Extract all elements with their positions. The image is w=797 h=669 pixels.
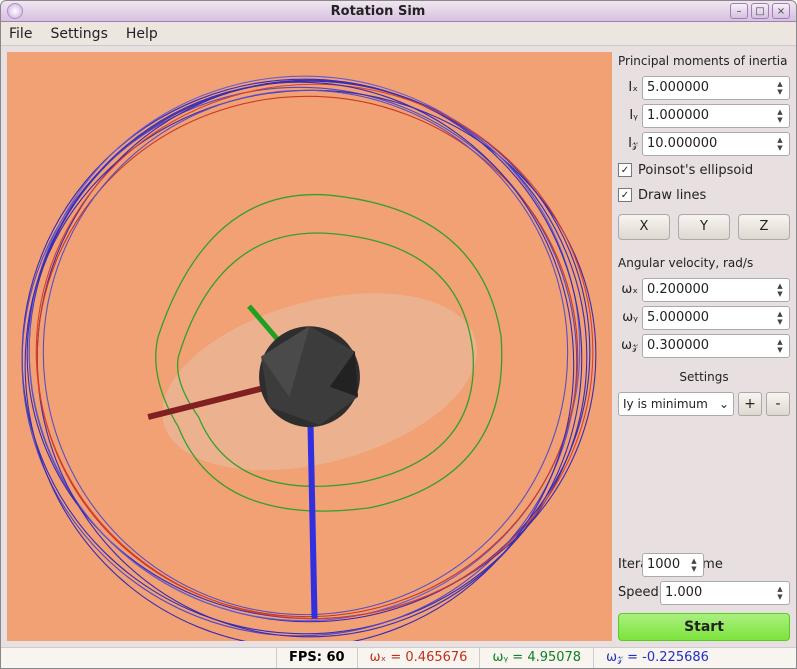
menu-help[interactable]: Help bbox=[126, 26, 158, 42]
chevron-down-icon: ⌄ bbox=[719, 397, 729, 411]
status-wz: ω𝓏 = -0.225686 bbox=[593, 648, 721, 668]
titlebar[interactable]: Rotation Sim – □ × bbox=[1, 1, 796, 22]
iy-input[interactable]: 1.000000 ▲▼ bbox=[642, 104, 790, 128]
iy-label: Iᵧ bbox=[618, 108, 638, 123]
angvel-header: Angular velocity, rad/s bbox=[618, 256, 790, 270]
settings-header: Settings bbox=[618, 370, 790, 384]
menu-settings[interactable]: Settings bbox=[50, 26, 107, 42]
wx-label: ωₓ bbox=[618, 282, 638, 297]
view-y-button[interactable]: Y bbox=[678, 214, 730, 240]
status-wy: ωᵧ = 4.95078 bbox=[479, 648, 593, 668]
inertia-header: Principal moments of inertia bbox=[618, 54, 790, 68]
minimize-button[interactable]: – bbox=[730, 3, 748, 19]
scene-svg bbox=[7, 52, 612, 641]
fps-display: FPS: 60 bbox=[276, 648, 357, 668]
drawlines-checkbox[interactable]: ✓ bbox=[618, 188, 632, 202]
chevron-up-icon[interactable]: ▲ bbox=[775, 310, 785, 318]
chevron-up-icon[interactable]: ▲ bbox=[775, 282, 785, 290]
poinsot-label: Poinsot's ellipsoid bbox=[638, 163, 753, 178]
start-button[interactable]: Start bbox=[618, 613, 790, 641]
drawlines-label: Draw lines bbox=[638, 188, 706, 203]
iterations-label: Iterations/frame bbox=[618, 557, 638, 572]
ix-label: Iₓ bbox=[618, 80, 638, 95]
iterations-input[interactable]: 1000 ▲▼ bbox=[642, 553, 704, 577]
remove-settings-button[interactable]: - bbox=[766, 392, 790, 416]
view-z-button[interactable]: Z bbox=[738, 214, 790, 240]
wx-input[interactable]: 0.200000 ▲▼ bbox=[642, 278, 790, 302]
chevron-down-icon[interactable]: ▼ bbox=[775, 318, 785, 326]
iz-label: I𝓏 bbox=[618, 136, 638, 151]
menu-file[interactable]: File bbox=[9, 26, 32, 42]
window-title: Rotation Sim bbox=[29, 4, 727, 19]
app-icon bbox=[7, 3, 23, 19]
rotating-body bbox=[259, 326, 360, 427]
menubar: File Settings Help bbox=[1, 22, 796, 45]
chevron-up-icon[interactable]: ▲ bbox=[689, 557, 699, 565]
chevron-down-icon[interactable]: ▼ bbox=[689, 565, 699, 573]
status-wx: ωₓ = 0.465676 bbox=[357, 648, 480, 668]
app-window: Rotation Sim – □ × File Settings Help bbox=[0, 0, 797, 669]
wy-label: ωᵧ bbox=[618, 310, 638, 325]
chevron-down-icon[interactable]: ▼ bbox=[775, 144, 785, 152]
settings-select[interactable]: Iy is minimum ⌄ bbox=[618, 392, 734, 416]
speed-label: Speed bbox=[618, 585, 656, 600]
view-x-button[interactable]: X bbox=[618, 214, 670, 240]
iz-input[interactable]: 10.000000 ▲▼ bbox=[642, 132, 790, 156]
ix-input[interactable]: 5.000000 ▲▼ bbox=[642, 76, 790, 100]
chevron-down-icon[interactable]: ▼ bbox=[775, 116, 785, 124]
wy-input[interactable]: 5.000000 ▲▼ bbox=[642, 306, 790, 330]
chevron-down-icon[interactable]: ▼ bbox=[775, 290, 785, 298]
wz-label: ω𝓏 bbox=[618, 338, 638, 353]
chevron-down-icon[interactable]: ▼ bbox=[775, 593, 785, 601]
chevron-up-icon[interactable]: ▲ bbox=[775, 80, 785, 88]
poinsot-checkbox[interactable]: ✓ bbox=[618, 163, 632, 177]
content-area: Principal moments of inertia Iₓ 5.000000… bbox=[1, 46, 796, 647]
maximize-button[interactable]: □ bbox=[751, 3, 769, 19]
close-button[interactable]: × bbox=[772, 3, 790, 19]
chevron-up-icon[interactable]: ▲ bbox=[775, 338, 785, 346]
speed-input[interactable]: 1.000 ▲▼ bbox=[660, 581, 790, 605]
chevron-down-icon[interactable]: ▼ bbox=[775, 88, 785, 96]
wz-input[interactable]: 0.300000 ▲▼ bbox=[642, 334, 790, 358]
sidebar: Principal moments of inertia Iₓ 5.000000… bbox=[618, 52, 790, 641]
chevron-up-icon[interactable]: ▲ bbox=[775, 108, 785, 116]
add-settings-button[interactable]: + bbox=[738, 392, 762, 416]
chevron-up-icon[interactable]: ▲ bbox=[775, 136, 785, 144]
statusbar: FPS: 60 ωₓ = 0.465676 ωᵧ = 4.95078 ω𝓏 = … bbox=[1, 647, 796, 668]
chevron-up-icon[interactable]: ▲ bbox=[775, 585, 785, 593]
chevron-down-icon[interactable]: ▼ bbox=[775, 346, 785, 354]
viewport-3d[interactable] bbox=[7, 52, 612, 641]
